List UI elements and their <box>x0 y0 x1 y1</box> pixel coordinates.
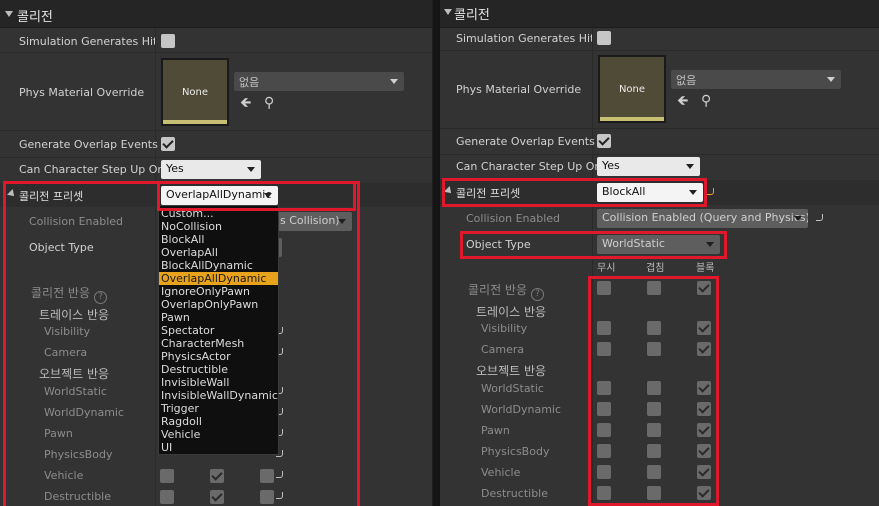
material-thumbnail-text: None <box>618 84 646 95</box>
vehicle-label: Vehicle <box>481 466 521 479</box>
category-header[interactable]: 콜리전 <box>0 0 432 28</box>
step-up-value: Yes <box>166 162 184 175</box>
overlap-events-label: Generate Overlap Events <box>456 135 595 148</box>
browse-search-icon[interactable]: ⚲ <box>701 94 711 108</box>
visibility-label: Visibility <box>481 322 528 335</box>
step-up-label: Can Character Step Up On <box>19 163 165 176</box>
object-responses-label: 오브젝트 반응 <box>476 364 547 378</box>
right-details-panel: 콜리전 Simulation Generates Hit E Phys Mate… <box>440 0 879 506</box>
column-block-header: 블록 <box>696 263 715 274</box>
collision-enabled-reset-icon[interactable] <box>816 214 823 221</box>
material-combo-value: 없음 <box>676 74 697 87</box>
phys-material-label: Phys Material Override <box>19 86 145 99</box>
step-up-dropdown[interactable]: Yes <box>597 157 700 176</box>
collision-enabled-label: Collision Enabled <box>466 212 561 225</box>
column-overlap-header: 겹침 <box>646 263 665 274</box>
sim-hit-events-checkbox[interactable] <box>161 34 175 48</box>
category-title: 콜리전 <box>17 10 53 25</box>
browse-search-icon[interactable]: ⚲ <box>264 96 274 110</box>
category-title: 콜리전 <box>454 8 490 23</box>
use-selected-arrow-icon[interactable]: 🡸 <box>240 96 251 110</box>
step-up-value: Yes <box>602 159 620 172</box>
collision-enabled-dropdown[interactable]: Collision Enabled (Query and Physics) <box>597 209 808 228</box>
pawn-label: Pawn <box>481 424 510 437</box>
use-selected-arrow-icon[interactable]: 🡸 <box>677 94 688 108</box>
phys-material-label: Phys Material Override <box>456 83 582 96</box>
step-up-dropdown[interactable]: Yes <box>161 160 261 179</box>
collision-enabled-value: Collision Enabled (Query and Physics) <box>602 211 808 224</box>
preset-reset-icon[interactable] <box>707 188 714 195</box>
destructible-label: Destructible <box>481 487 548 500</box>
worldstatic-label: WorldStatic <box>481 382 544 395</box>
sim-hit-events-label: Simulation Generates Hit E <box>456 32 592 45</box>
category-header[interactable]: 콜리전 <box>440 0 879 28</box>
sim-hit-events-checkbox[interactable] <box>597 31 611 45</box>
column-ignore-header: 무시 <box>597 263 616 274</box>
worlddynamic-label: WorldDynamic <box>481 403 562 416</box>
sim-hit-events-label: Simulation Generates Hit E <box>19 35 155 48</box>
material-thumbnail[interactable]: None <box>161 58 229 126</box>
overlap-events-label: Generate Overlap Events <box>19 138 158 151</box>
physicsbody-label: PhysicsBody <box>481 445 550 458</box>
highlight-object-type <box>460 231 727 259</box>
collision-responses-text: 콜리전 반응 <box>468 283 528 297</box>
camera-label: Camera <box>481 343 525 356</box>
material-combo-value: 없음 <box>239 76 260 89</box>
left-details-panel: 콜리전 Simulation Generates Hit E Phys Mate… <box>0 0 432 506</box>
material-combo[interactable]: 없음 <box>671 70 841 89</box>
highlight-responses <box>3 181 360 506</box>
collapse-arrow-icon[interactable] <box>5 11 13 17</box>
help-icon[interactable]: ? <box>531 288 545 301</box>
trace-responses-label: 트레이스 반응 <box>476 305 547 319</box>
overlap-events-checkbox[interactable] <box>597 134 611 148</box>
step-up-label: Can Character Step Up On <box>456 160 602 173</box>
material-thumbnail[interactable]: None <box>598 55 666 123</box>
highlight-preset <box>442 178 707 207</box>
overlap-events-checkbox[interactable] <box>161 137 175 151</box>
material-combo[interactable]: 없음 <box>234 72 404 91</box>
highlight-responses <box>588 276 719 506</box>
collapse-arrow-icon[interactable] <box>444 9 452 15</box>
collision-responses-label: 콜리전 반응? <box>468 281 545 301</box>
material-thumbnail-text: None <box>181 87 209 98</box>
